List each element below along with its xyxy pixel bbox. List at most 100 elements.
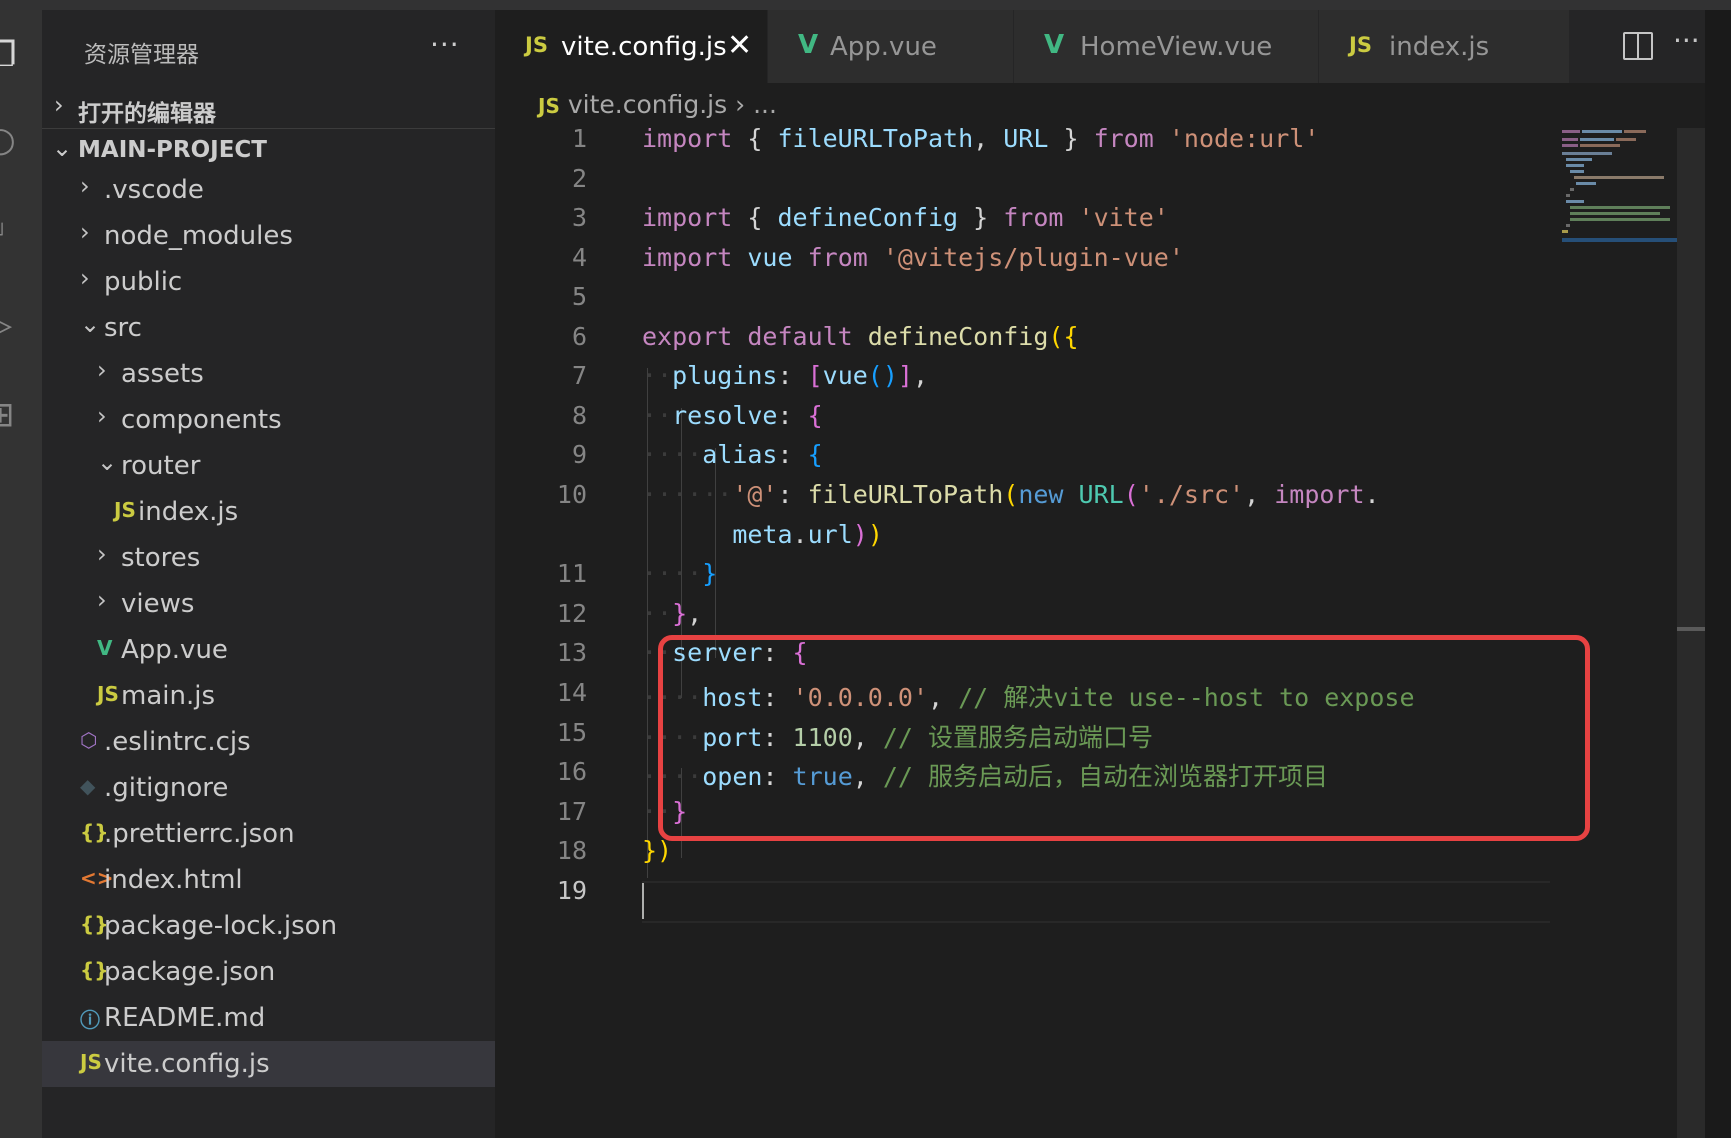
code-line: 19 <box>556 876 587 905</box>
breadcrumb-symbol[interactable]: ... <box>753 90 777 119</box>
tree-item-label: views <box>121 589 195 619</box>
code-line: 9 ····alias: { <box>571 440 823 469</box>
source-control-icon[interactable]: ⑂ <box>0 210 42 260</box>
chevron-right-icon: › <box>97 540 107 568</box>
tree-item-label: .prettierrc.json <box>104 819 295 849</box>
code-line: meta.url)) <box>732 520 883 549</box>
tab-label: index.js <box>1389 32 1490 62</box>
chevron-right-icon: › <box>80 172 90 200</box>
vertical-scrollbar[interactable] <box>1677 128 1705 1138</box>
minimap[interactable] <box>1562 118 1677 258</box>
tree-item[interactable]: JS vite.config.js <box>42 1041 495 1087</box>
tree-item[interactable]: {} package-lock.json <box>42 903 495 949</box>
tree-item-label: node_modules <box>104 221 293 251</box>
tree-item[interactable]: › stores <box>42 535 495 581</box>
tree-item[interactable]: › components <box>42 397 495 443</box>
tree-item[interactable]: <> index.html <box>42 857 495 903</box>
vue-file-icon: V <box>97 636 113 660</box>
tree-item[interactable]: ◆ .gitignore <box>42 765 495 811</box>
tree-item-label: .vscode <box>104 175 204 205</box>
vue-file-icon: V <box>1044 30 1065 60</box>
js-file-icon: JS <box>97 682 119 706</box>
tree-item-label: main.js <box>121 681 215 711</box>
window-edge <box>1705 10 1731 1138</box>
tree-item-label: package.json <box>104 957 276 987</box>
tree-item-label: App.vue <box>121 635 228 665</box>
code-line: 1 import { fileURLToPath, URL } from 'nod… <box>571 124 1320 153</box>
tree-item[interactable]: V App.vue <box>42 627 495 673</box>
tree-item-label: stores <box>121 543 201 573</box>
chevron-down-icon: ⌄ <box>97 448 118 476</box>
explorer-title: 资源管理器 <box>84 42 199 68</box>
tree-item[interactable]: ⌄ src <box>42 305 495 351</box>
js-file-icon: JS <box>1349 33 1372 57</box>
tree-item-label: assets <box>121 359 204 389</box>
tree-item[interactable]: ⬡ .eslintrc.cjs <box>42 719 495 765</box>
explorer-icon[interactable]: ❐ <box>0 30 42 80</box>
close-icon[interactable]: ✕ <box>727 28 752 63</box>
code-line: 3 import { defineConfig } from 'vite' <box>571 203 1169 232</box>
info-icon: ⓘ <box>80 1008 100 1032</box>
more-actions-icon[interactable]: ··· <box>1673 24 1700 57</box>
git-icon: ◆ <box>80 774 96 798</box>
tree-item[interactable]: JS main.js <box>42 673 495 719</box>
tree-item-label: package-lock.json <box>104 911 338 941</box>
tree-item[interactable]: › views <box>42 581 495 627</box>
section-label: 打开的编辑器 <box>78 101 216 127</box>
tab-index-js[interactable]: JS index.js <box>1319 10 1570 83</box>
vue-file-icon: V <box>798 30 819 60</box>
code-line: 7 ··plugins: [vue()], <box>571 361 929 390</box>
tree-item-label: vite.config.js <box>104 1049 270 1079</box>
chevron-right-icon: › <box>97 586 107 614</box>
breadcrumb-file[interactable]: vite.config.js <box>568 90 727 119</box>
tab-homeview-vue[interactable]: V HomeView.vue <box>1014 10 1319 83</box>
tree-item[interactable]: JS index.js <box>42 489 495 535</box>
tree-item-label: index.js <box>138 497 239 527</box>
tree-item-label: src <box>104 313 142 343</box>
scrollbar-thumb[interactable] <box>1677 627 1705 631</box>
open-editors-section[interactable]: › 打开的编辑器 <box>42 85 495 131</box>
code-line: 4 import vue from '@vitejs/plugin-vue' <box>571 243 1184 272</box>
tree-item-label: index.html <box>104 865 243 895</box>
tab-vite-config[interactable]: JS vite.config.js ✕ <box>495 10 768 83</box>
tree-item[interactable]: {} package.json <box>42 949 495 995</box>
section-label: MAIN-PROJECT <box>78 137 267 163</box>
split-editor-icon[interactable] <box>1623 32 1653 60</box>
tab-app-vue[interactable]: V App.vue <box>768 10 1014 83</box>
chevron-down-icon: ⌄ <box>80 310 101 338</box>
activity-bar: ❐ ○ ⑂ ▷ ⊞ <box>0 10 42 1138</box>
tree-item-label: .gitignore <box>104 773 229 803</box>
code-line: 12 ··}, <box>556 599 703 628</box>
tree-item[interactable]: ⌄ router <box>42 443 495 489</box>
search-icon[interactable]: ○ <box>0 115 42 165</box>
code-line: 11 ····} <box>556 559 718 588</box>
annotation-highlight-box <box>658 635 1590 841</box>
js-file-icon: JS <box>114 498 136 522</box>
code-line: 8 ··resolve: { <box>571 401 823 430</box>
run-debug-icon[interactable]: ▷ <box>0 300 42 350</box>
tab-label: vite.config.js <box>561 32 727 62</box>
tree-item[interactable]: › assets <box>42 351 495 397</box>
code-line: 6 export default defineConfig({ <box>571 322 1079 351</box>
tree-item[interactable]: {} .prettierrc.json <box>42 811 495 857</box>
chevron-right-icon: › <box>80 264 90 292</box>
chevron-right-icon: › <box>54 91 64 119</box>
text-cursor <box>642 883 644 919</box>
explorer-more-actions[interactable]: ··· <box>430 28 460 61</box>
tree-item[interactable]: › .vscode <box>42 167 495 213</box>
tree-item[interactable]: › public <box>42 259 495 305</box>
code-editor[interactable]: 1 import { fileURLToPath, URL } from 'nod… <box>495 118 1731 1138</box>
tab-label: HomeView.vue <box>1080 32 1273 62</box>
tree-item[interactable]: › node_modules <box>42 213 495 259</box>
js-file-icon: JS <box>80 1050 102 1074</box>
tree-item-label: public <box>104 267 183 297</box>
chevron-right-icon: › <box>735 90 746 119</box>
title-bar <box>0 0 1731 10</box>
editor-tabs: JS vite.config.js ✕ V App.vue V HomeView… <box>495 10 1731 83</box>
chevron-right-icon: › <box>97 402 107 430</box>
tree-item-label: router <box>121 451 201 481</box>
code-line: 10 ······'@': fileURLToPath(new URL('./sr… <box>556 480 1380 509</box>
tree-item[interactable]: ⓘ README.md <box>42 995 495 1041</box>
extensions-icon[interactable]: ⊞ <box>0 390 42 440</box>
eslint-icon: ⬡ <box>80 728 98 752</box>
